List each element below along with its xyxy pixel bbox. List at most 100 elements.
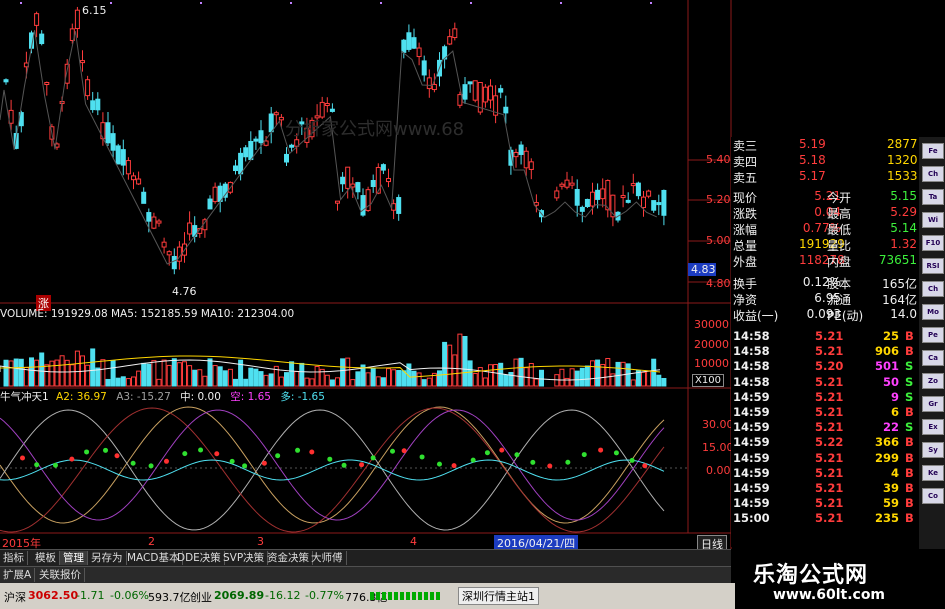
indicator-tab[interactable]: SVP决策 — [220, 551, 269, 565]
tick-row[interactable]: 15:00 5.21 235 B — [731, 511, 919, 527]
ask-row[interactable]: 卖五 5.17 1533 — [731, 169, 919, 185]
candle-body — [620, 195, 626, 199]
tick-row[interactable]: 14:58 5.21 50 S — [731, 375, 919, 391]
indicator-tab[interactable]: 资金决策 — [264, 551, 313, 565]
volume-bar — [100, 359, 106, 387]
indicator-tab[interactable]: 大师傅 — [308, 551, 347, 565]
tick-row[interactable]: 14:59 5.21 39 B — [731, 481, 919, 497]
cy-index-name[interactable]: 创业 — [190, 589, 212, 605]
tick-row[interactable]: 14:59 5.21 59 B — [731, 496, 919, 512]
ask-row[interactable]: 卖四 5.18 1320 — [731, 153, 919, 169]
candle-body — [416, 47, 422, 58]
candle-body — [161, 241, 167, 248]
toolbar-icon[interactable]: Sy — [922, 442, 944, 458]
toolbar-icon[interactable]: Ke — [922, 465, 944, 481]
tick-side: B — [905, 329, 914, 343]
volume-bar — [146, 363, 152, 387]
candle-body — [115, 145, 121, 165]
sh-index-change: -1.71 — [76, 589, 105, 602]
volume-bar — [243, 378, 249, 387]
tick-time: 14:58 — [733, 344, 770, 359]
tick-row[interactable]: 14:58 5.20 501 S — [731, 359, 919, 375]
ask-row[interactable]: 卖三 5.19 2877 — [731, 137, 919, 153]
candle-body — [579, 206, 585, 212]
tick-price: 5.21 — [815, 511, 844, 526]
stat-label: 涨跌 — [733, 207, 758, 221]
tick-volume: 39 — [882, 481, 899, 495]
toolbar-icon[interactable]: F10 — [922, 235, 944, 251]
volume-bar — [44, 364, 50, 387]
tick-side: B — [905, 481, 914, 495]
stat-label: 现价 — [733, 191, 758, 205]
candle-body — [646, 190, 652, 197]
indicator-axis-label: 0.00 — [706, 464, 731, 477]
indicator-name[interactable]: 牛气冲天1 — [0, 391, 49, 403]
tick-row[interactable]: 14:58 5.21 906 B — [731, 344, 919, 360]
stat-label: 涨幅 — [733, 223, 758, 237]
toolbar-icon[interactable]: RSI — [922, 258, 944, 274]
toolbar-icon[interactable]: Ex — [922, 419, 944, 435]
volume-bar — [110, 360, 116, 387]
candle-body — [233, 165, 238, 172]
toolbar-icon[interactable]: Pe — [922, 327, 944, 343]
ask-volume: 1533 — [887, 169, 918, 183]
tick-side: S — [905, 420, 914, 435]
volume-bar — [625, 363, 631, 387]
volume-bar — [222, 370, 228, 387]
candle-body — [156, 220, 162, 224]
tick-row[interactable]: 14:59 5.21 22 S — [731, 420, 919, 436]
stat-label: PE(动) — [827, 309, 864, 323]
indicator-kong: 空: 1.65 — [230, 391, 271, 403]
extension-tab[interactable]: 关联报价 — [36, 568, 85, 582]
toolbar-icon[interactable]: Zo — [922, 373, 944, 389]
tick-row[interactable]: 14:59 5.21 6 B — [731, 405, 919, 421]
candle-body — [340, 176, 346, 185]
candle-body — [401, 39, 407, 53]
volume-bar — [34, 359, 40, 387]
tick-price: 5.20 — [815, 359, 844, 374]
indicator-tab[interactable]: 另存为 — [88, 551, 127, 565]
ask-price: 5.18 — [799, 153, 826, 167]
toolbar-icon[interactable]: Ca — [922, 350, 944, 366]
indicator-tab[interactable]: 指标 — [0, 551, 28, 565]
indicator-tab[interactable]: DDE决策 — [174, 551, 225, 565]
signal-dot — [484, 450, 490, 456]
tick-row[interactable]: 14:59 5.21 299 B — [731, 451, 919, 467]
toolbar-icon[interactable]: Ta — [922, 189, 944, 205]
extension-tab[interactable]: 扩展A — [0, 568, 36, 582]
tick-price: 5.21 — [815, 420, 844, 435]
volume-bar — [39, 352, 45, 387]
candle-body — [482, 86, 488, 103]
volume-bar — [18, 358, 24, 387]
toolbar-icon[interactable]: Ch — [922, 281, 944, 297]
price-axis-label: 5.00 — [706, 234, 731, 247]
volume-bar — [472, 373, 478, 387]
toolbar-icon[interactable]: Fe — [922, 143, 944, 159]
candle-body — [90, 100, 96, 111]
tick-row[interactable]: 14:59 5.21 9 S — [731, 390, 919, 406]
sh-index-name[interactable]: 沪深 — [4, 589, 26, 605]
tick-row[interactable]: 14:59 5.22 366 B — [731, 435, 919, 451]
volume-bar — [442, 341, 448, 387]
tick-volume: 59 — [882, 496, 899, 511]
signal-dot — [514, 452, 520, 458]
toolbar-icon[interactable]: Ch — [922, 166, 944, 182]
candle-body — [447, 36, 453, 45]
toolbar-icon[interactable]: Mo — [922, 304, 944, 320]
candle-body — [523, 150, 529, 169]
tick-volume: 366 — [874, 435, 899, 450]
volume-bar — [396, 370, 402, 387]
toolbar-icon[interactable]: Wi — [922, 212, 944, 228]
server-station[interactable]: 深圳行情主站1 — [458, 587, 539, 605]
indicator-tab[interactable]: 模板 — [32, 551, 60, 565]
toolbar-icon[interactable]: Gr — [922, 396, 944, 412]
tick-row[interactable]: 14:58 5.21 25 B — [731, 329, 919, 345]
stat-row: 涨幅 0.77% 最低 5.14 — [731, 221, 919, 237]
tick-side: S — [905, 374, 914, 389]
toolbar-icon[interactable]: Co — [922, 488, 944, 504]
extension-tab-bar: 扩展A 关联报价 — [0, 566, 731, 583]
volume-bar — [590, 360, 595, 387]
candle-body — [370, 180, 376, 188]
indicator-tab[interactable]: 管理 — [60, 551, 88, 565]
tick-row[interactable]: 14:59 5.21 4 B — [731, 466, 919, 482]
